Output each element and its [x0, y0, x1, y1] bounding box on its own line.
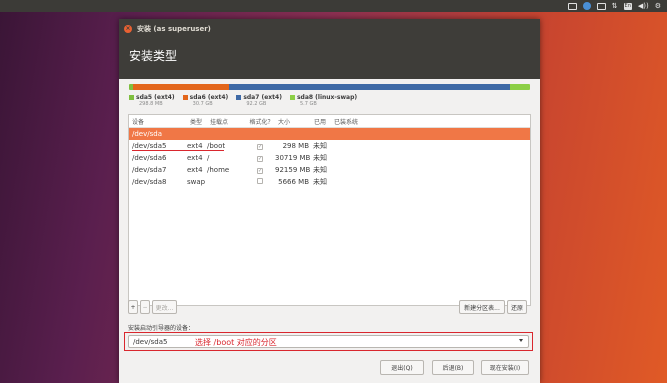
legend-swatch	[289, 95, 295, 100]
boot-device-label: 安装启动引导器的设备：	[128, 325, 195, 332]
column-header-format[interactable]: 格式化？	[245, 117, 275, 126]
column-header-device[interactable]: 设备	[129, 117, 187, 126]
annotation-underline	[132, 150, 224, 151]
table-header: 设备 类型 挂载点 格式化？ 大小 已用 已装系统	[129, 115, 530, 128]
column-header-used[interactable]: 已用	[311, 117, 331, 126]
keyboard-icon[interactable]	[567, 2, 577, 10]
legend-swatch	[236, 95, 242, 100]
cell-format: ✓	[245, 166, 275, 174]
legend-name: sda6 (ext4)	[189, 94, 229, 101]
back-button[interactable]: 后退(B)	[432, 360, 474, 375]
table-row[interactable]: /dev/sda7 ext4 /home ✓ 92159 MB 未知	[129, 164, 530, 176]
cell-type: swap	[187, 178, 206, 186]
format-checkbox[interactable]: ✓	[257, 144, 263, 150]
annotation-note: 选择 /boot 对应的分区	[195, 338, 277, 347]
cell-format: ✓	[245, 154, 275, 162]
legend-item: sda7 (ext4) 92.2 GB	[236, 94, 282, 107]
legend-swatch	[182, 95, 188, 100]
legend-item: sda6 (ext4) 30.7 GB	[182, 94, 229, 107]
legend-item: sda8 (linux-swap) 5.7 GB	[289, 94, 358, 107]
cell-type: ext4	[187, 166, 203, 174]
column-header-mount[interactable]: 挂载点	[207, 117, 245, 126]
chevron-down-icon[interactable]	[519, 339, 523, 342]
top-panel: ⇅ En ◀)) ⚙	[0, 0, 667, 12]
column-header-size[interactable]: 大小	[275, 117, 311, 126]
cell-device: /dev/sda7	[132, 166, 167, 174]
legend-name: sda7 (ext4)	[243, 94, 282, 101]
disk-usage-bar	[129, 84, 530, 90]
column-header-type[interactable]: 类型	[187, 117, 207, 126]
boot-device-value: /dev/sda5	[133, 338, 168, 346]
cell-mount: /home	[207, 166, 230, 174]
change-partition-button[interactable]: 更改...	[152, 300, 177, 314]
table-row[interactable]: /dev/sda8 swap 5666 MB 未知	[129, 176, 530, 188]
cell-mount: /boot	[207, 142, 226, 150]
cell-type: ext4	[187, 154, 203, 162]
disk-segment-sda8	[509, 84, 530, 90]
window-title: 安装 (as superuser)	[137, 25, 211, 33]
legend-name: sda5 (ext4)	[136, 94, 175, 101]
cell-used: 未知	[313, 166, 327, 174]
accessibility-icon[interactable]	[582, 2, 591, 10]
legend-size: 298.8 MB	[139, 101, 163, 107]
legend-item: sda5 (ext4) 298.8 MB	[129, 94, 175, 107]
legend-size: 5.7 GB	[299, 101, 317, 107]
system-tray: ⇅ En ◀)) ⚙	[567, 1, 661, 11]
legend-size: 30.7 GB	[192, 101, 213, 107]
partition-legend: sda5 (ext4) 298.8 MB sda6 (ext4) 30.7 GB…	[129, 94, 357, 107]
remove-partition-button[interactable]: −	[140, 300, 150, 314]
cell-size: 30719 MB	[275, 154, 311, 162]
disk-segment-sda7	[229, 84, 510, 90]
disk-segment-sda6	[133, 84, 230, 90]
cell-used: 未知	[313, 178, 327, 186]
cell-size: 92159 MB	[275, 166, 311, 174]
boot-device-select[interactable]: /dev/sda5 选择 /boot 对应的分区	[128, 335, 529, 348]
column-header-system[interactable]: 已装系统	[331, 117, 371, 126]
new-partition-table-button[interactable]: 新建分区表...	[459, 300, 505, 314]
legend-size: 92.2 GB	[246, 101, 267, 107]
cell-device: /dev/sda5	[132, 142, 167, 150]
cell-size: 298 MB	[282, 142, 309, 150]
settings-gear-icon[interactable]: ⚙	[655, 1, 661, 11]
table-row[interactable]: /dev/sda	[129, 128, 530, 140]
cell-format	[245, 178, 275, 186]
cell-device: /dev/sda	[132, 130, 162, 138]
network-icon[interactable]: ⇅	[612, 1, 618, 11]
input-method-icon[interactable]: En	[623, 2, 632, 10]
format-checkbox[interactable]: ✓	[257, 168, 263, 174]
cell-device: /dev/sda8	[132, 178, 167, 186]
table-row[interactable]: /dev/sda5 ext4 /boot ✓ 298 MB 未知	[129, 140, 530, 152]
cell-format: ✓	[245, 142, 275, 150]
cell-mount: /	[207, 154, 210, 162]
table-row[interactable]: /dev/sda6 ext4 / ✓ 30719 MB 未知	[129, 152, 530, 164]
cell-device: /dev/sda6	[132, 154, 167, 162]
legend-name: sda8 (linux-swap)	[296, 94, 358, 101]
close-icon[interactable]: ×	[124, 25, 132, 33]
legend-swatch	[129, 95, 134, 100]
volume-icon[interactable]: ◀))	[638, 1, 649, 11]
quit-button[interactable]: 退出(Q)	[380, 360, 424, 375]
battery-icon[interactable]	[596, 2, 606, 10]
cell-size: 5666 MB	[278, 178, 309, 186]
page-title: 安装类型	[129, 49, 178, 63]
install-now-button[interactable]: 现在安装(I)	[481, 360, 529, 375]
installer-window: × 安装 (as superuser) 安装类型 sda5 (ext4) 298…	[119, 19, 540, 383]
cell-used: 未知	[313, 154, 327, 162]
partition-table[interactable]: 设备 类型 挂载点 格式化？ 大小 已用 已装系统 /dev/sda /dev/…	[128, 114, 531, 306]
cell-type: ext4	[187, 142, 203, 150]
format-checkbox[interactable]: ✓	[257, 156, 263, 162]
cell-used: 未知	[313, 142, 327, 150]
revert-button[interactable]: 还原	[507, 300, 527, 314]
window-titlebar: × 安装 (as superuser) 安装类型	[119, 19, 540, 79]
add-partition-button[interactable]: +	[128, 300, 138, 314]
format-checkbox[interactable]	[257, 178, 263, 184]
